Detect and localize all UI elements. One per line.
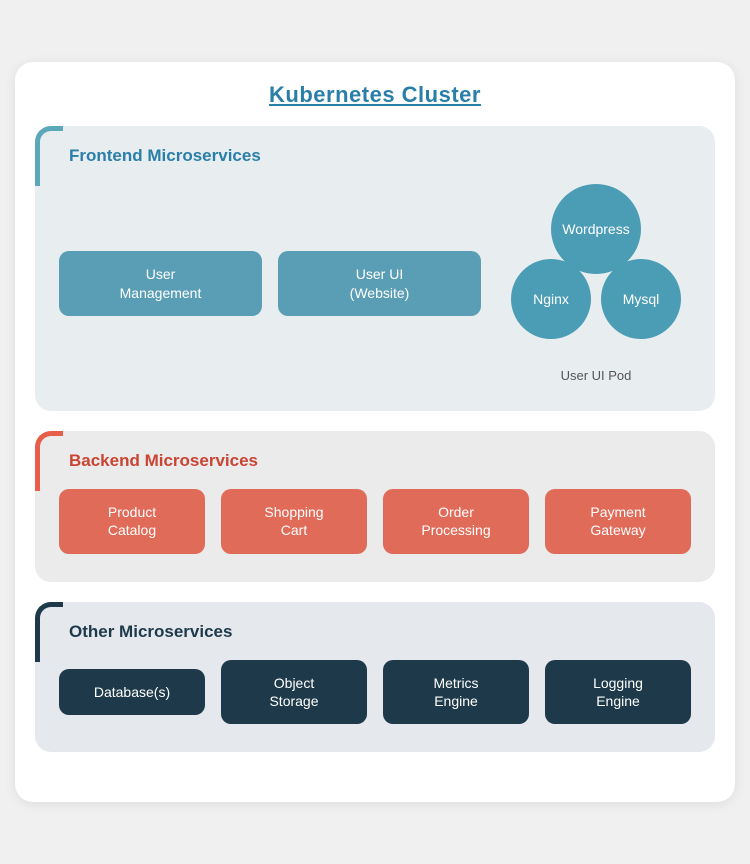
pod-circles-group: Wordpress Nginx Mysql <box>501 184 691 364</box>
user-ui-pod: Wordpress Nginx Mysql User UI Pod <box>501 184 691 383</box>
backend-bracket <box>35 431 63 491</box>
service-payment-gateway: PaymentGateway <box>545 489 691 553</box>
frontend-section: Frontend Microservices UserManagement Us… <box>35 126 715 411</box>
backend-section: Backend Microservices ProductCatalog Sho… <box>35 431 715 581</box>
frontend-title: Frontend Microservices <box>59 146 691 166</box>
pod-label: User UI Pod <box>561 368 632 383</box>
kubernetes-cluster-diagram: Kubernetes Cluster Frontend Microservice… <box>15 62 735 802</box>
other-bracket <box>35 602 63 662</box>
circle-mysql: Mysql <box>601 259 681 339</box>
service-product-catalog: ProductCatalog <box>59 489 205 553</box>
service-shopping-cart: ShoppingCart <box>221 489 367 553</box>
service-logging-engine: LoggingEngine <box>545 660 691 724</box>
page-title: Kubernetes Cluster <box>35 82 715 108</box>
service-databases: Database(s) <box>59 669 205 715</box>
backend-services-list: ProductCatalog ShoppingCart OrderProcess… <box>59 489 691 553</box>
other-title: Other Microservices <box>59 622 691 642</box>
service-user-management: UserManagement <box>59 251 262 315</box>
other-section: Other Microservices Database(s) ObjectSt… <box>35 602 715 752</box>
service-order-processing: OrderProcessing <box>383 489 529 553</box>
service-user-ui: User UI(Website) <box>278 251 481 315</box>
circle-nginx: Nginx <box>511 259 591 339</box>
other-services-list: Database(s) ObjectStorage MetricsEngine … <box>59 660 691 724</box>
backend-title: Backend Microservices <box>59 451 691 471</box>
frontend-content: UserManagement User UI(Website) Wordpres… <box>59 184 691 383</box>
frontend-services-list: UserManagement User UI(Website) <box>59 251 481 315</box>
service-metrics-engine: MetricsEngine <box>383 660 529 724</box>
frontend-bracket <box>35 126 63 186</box>
service-object-storage: ObjectStorage <box>221 660 367 724</box>
